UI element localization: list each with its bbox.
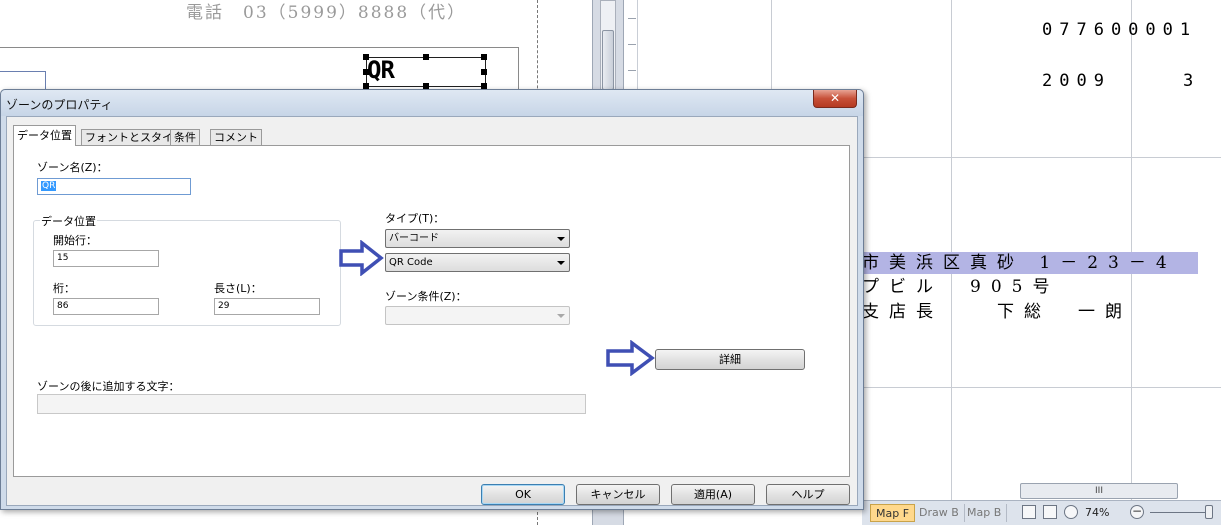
vertical-scroll-thumb[interactable]	[602, 30, 614, 90]
zone-condition-label: ゾーン条件(Z)：	[385, 290, 467, 303]
layout-view-icon[interactable]	[1043, 505, 1057, 519]
zone-name-input[interactable]: QR	[37, 178, 191, 195]
start-row-label: 開始行：	[53, 234, 97, 247]
sheet-tab-map-f[interactable]: Map F	[870, 504, 916, 522]
length-input[interactable]: 29	[214, 298, 320, 315]
tab-comment[interactable]: コメント	[210, 129, 262, 145]
zoom-slider-thumb[interactable]	[1205, 505, 1213, 519]
apply-button[interactable]: 適用(A)	[671, 484, 755, 505]
resize-handle-n[interactable]	[423, 54, 429, 60]
length-label: 長さ(L)：	[214, 282, 262, 295]
qr-zone-label: QR	[367, 56, 395, 84]
barcode-type-select[interactable]: QR Code	[385, 253, 570, 272]
chevron-down-icon	[557, 237, 565, 241]
type-select-value: バーコード	[389, 233, 439, 244]
horizontal-scroll-thumb[interactable]: III	[1020, 483, 1178, 499]
barcode-type-value: QR Code	[389, 257, 433, 268]
zoom-slider-track[interactable]	[1150, 512, 1210, 513]
grid-line	[951, 0, 952, 500]
phone-number-text: 電話 03（5999）8888（代）	[186, 3, 467, 23]
annotation-arrow-icon	[339, 240, 384, 276]
zoom-icon[interactable]	[1064, 505, 1078, 519]
append-text-input[interactable]	[37, 394, 586, 414]
zone-condition-select	[385, 306, 570, 325]
details-button[interactable]: 詳細	[655, 349, 805, 370]
sheet-tab-draw-b[interactable]: Draw B	[914, 504, 965, 522]
tab-data-position[interactable]: データ位置	[13, 125, 76, 146]
type-select[interactable]: バーコード	[385, 229, 570, 248]
building-text: プビル 905号	[862, 277, 1060, 297]
dialog-titlebar[interactable]: ゾーンのプロパティ ✕	[1, 90, 863, 116]
zoom-out-icon[interactable]: −	[1130, 505, 1144, 519]
sheet-tab-map-b[interactable]: Map B	[962, 504, 1008, 522]
year-text: 2009 3	[1042, 71, 1201, 91]
zone-properties-dialog: ゾーンのプロパティ ✕ データ位置 フォントとスタイル 条件 コメント ゾーン名…	[0, 89, 864, 510]
zone-name-value: QR	[41, 181, 57, 191]
resize-handle-w[interactable]	[363, 69, 369, 75]
cancel-button[interactable]: キャンセル	[576, 484, 660, 505]
resize-handle-ne[interactable]	[481, 54, 487, 60]
dialog-title: ゾーンのプロパティ	[6, 98, 113, 112]
tab-conditions[interactable]: 条件	[170, 129, 200, 145]
address-text: 市美浜区真砂 1－23－4	[862, 252, 1198, 274]
ok-button[interactable]: OK	[481, 484, 565, 505]
zone-name-label: ゾーン名(Z)：	[37, 161, 108, 174]
qr-zone-selected[interactable]: QR	[363, 54, 487, 89]
data-position-group-label: データ位置	[40, 213, 97, 229]
code-number-text: 077600001	[1042, 20, 1198, 40]
chevron-down-icon	[557, 261, 565, 265]
append-text-label: ゾーンの後に追加する文字：	[37, 380, 180, 393]
column-input[interactable]: 86	[53, 298, 159, 315]
page-view-icon[interactable]	[1022, 505, 1036, 519]
resize-handle-e[interactable]	[481, 69, 487, 75]
close-button[interactable]: ✕	[813, 90, 857, 108]
type-label: タイプ(T)：	[385, 212, 445, 225]
annotation-arrow-icon	[606, 340, 655, 376]
zoom-level[interactable]: 74%	[1085, 506, 1109, 519]
start-row-input[interactable]: 15	[53, 250, 159, 267]
chevron-down-icon	[557, 314, 565, 318]
column-label: 桁：	[53, 282, 75, 295]
resize-handle-nw[interactable]	[363, 54, 369, 60]
person-name-text: 支店長 下総 一朗	[862, 302, 1132, 322]
help-button[interactable]: ヘルプ	[766, 484, 850, 505]
